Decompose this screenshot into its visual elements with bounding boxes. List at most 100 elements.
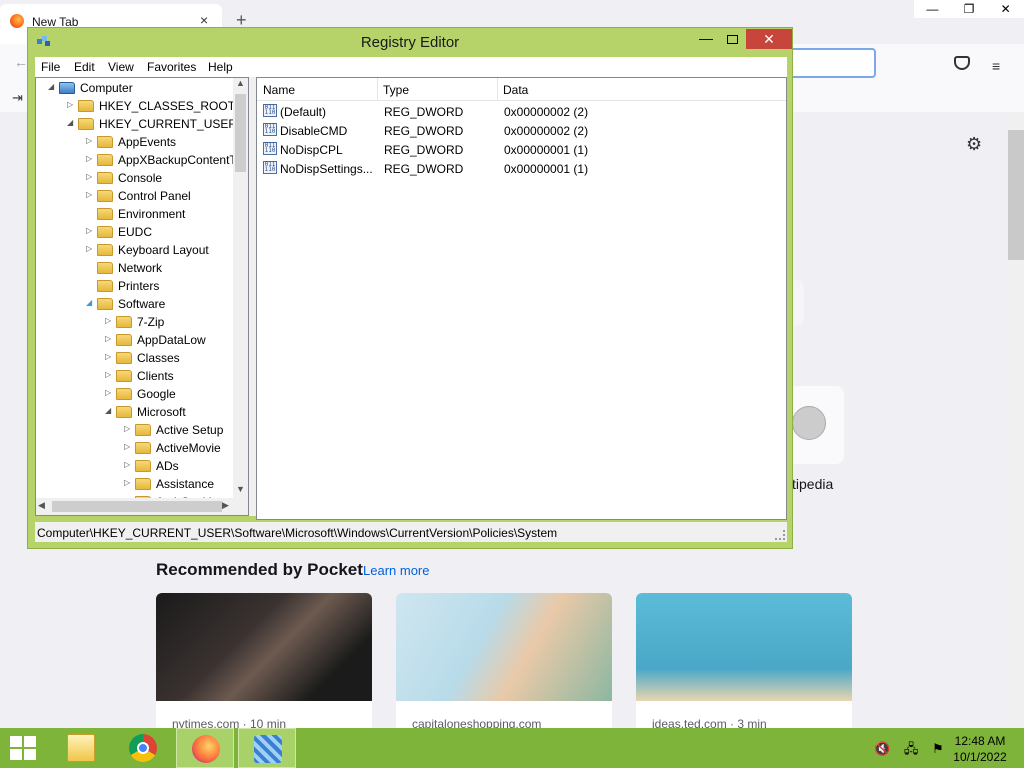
- pocket-learn-more-link[interactable]: Learn more: [363, 563, 429, 578]
- tree-expand-arrow-icon[interactable]: ▷: [86, 244, 95, 253]
- taskbar-firefox[interactable]: [176, 728, 234, 768]
- firefox-favicon-icon: [10, 14, 24, 28]
- scroll-down-arrow-icon[interactable]: ▼: [233, 484, 248, 498]
- taskbar-file-explorer[interactable]: [52, 728, 110, 768]
- tree-expand-arrow-icon[interactable]: ▷: [105, 316, 114, 325]
- taskbar-registry-editor[interactable]: [238, 728, 296, 768]
- tree-collapse-arrow-icon[interactable]: ◢: [48, 82, 57, 91]
- column-divider[interactable]: [377, 78, 378, 100]
- tree-collapse-arrow-icon[interactable]: ◢: [86, 298, 95, 307]
- resize-grip-icon[interactable]: [775, 530, 785, 540]
- folder-icon: [97, 298, 113, 310]
- pocket-card[interactable]: capitaloneshopping.com: [396, 593, 612, 743]
- column-header-name[interactable]: Name: [263, 83, 295, 97]
- registry-value-row[interactable]: 011 110 DisableCMD REG_DWORD 0x00000002 (2): [257, 121, 786, 140]
- taskbar-clock[interactable]: 12:48 AM 10/1/2022: [950, 733, 1010, 765]
- tree-node-label: Printers: [118, 279, 160, 293]
- tree-expand-arrow-icon[interactable]: ▷: [105, 352, 114, 361]
- menu-favorites[interactable]: Favorites: [147, 60, 196, 74]
- minimize-button[interactable]: —: [914, 0, 951, 18]
- registry-tree: ◢ Computer ▷ HKEY_CLASSES_ROOT ◢ HKEY_CURRENT…: [36, 78, 233, 498]
- tree-node-label: Network: [118, 261, 163, 275]
- tree-horizontal-scrollbar[interactable]: ◀ ▶: [36, 498, 248, 515]
- back-arrow-icon[interactable]: ←: [14, 54, 28, 70]
- tree-node-label: HKEY_CLASSES_ROOT: [99, 99, 233, 113]
- column-divider[interactable]: [497, 78, 498, 100]
- menu-help[interactable]: Help: [208, 60, 233, 74]
- menu-edit[interactable]: Edit: [74, 60, 95, 74]
- windows-logo-icon: [24, 749, 36, 760]
- close-button[interactable]: ✕: [987, 0, 1024, 18]
- tree-expand-arrow-icon[interactable]: ▷: [105, 388, 114, 397]
- scroll-left-arrow-icon[interactable]: ◀: [38, 500, 45, 511]
- taskbar-chrome[interactable]: [114, 728, 172, 768]
- action-center-icon[interactable]: ⚑: [932, 741, 944, 756]
- column-header-data[interactable]: Data: [503, 83, 528, 97]
- menu-file[interactable]: File: [41, 60, 60, 74]
- scrollbar-thumb[interactable]: [52, 501, 222, 512]
- start-button[interactable]: [10, 736, 38, 760]
- column-header-type[interactable]: Type: [383, 83, 409, 97]
- pocket-card[interactable]: ideas.ted.com · 3 min: [636, 593, 852, 743]
- hamburger-menu-icon[interactable]: ≡: [992, 58, 1000, 74]
- windows-logo-icon: [10, 736, 22, 747]
- tree-node-label: AppEvents: [118, 135, 177, 149]
- scroll-up-arrow-icon[interactable]: ▲: [233, 78, 248, 92]
- folder-icon: [97, 280, 113, 292]
- volume-muted-icon[interactable]: 🔇: [874, 741, 890, 756]
- registry-editor-titlebar[interactable]: Registry Editor — ✕: [28, 28, 792, 56]
- restore-button[interactable]: ❐: [951, 0, 988, 18]
- tab-close-icon[interactable]: ×: [200, 12, 208, 28]
- folder-icon: [97, 190, 113, 202]
- tree-expand-arrow-icon[interactable]: ▷: [67, 100, 76, 109]
- menu-view[interactable]: View: [108, 60, 134, 74]
- tree-vertical-scrollbar[interactable]: ▲ ▼: [233, 78, 248, 498]
- tree-expand-arrow-icon[interactable]: ▷: [105, 334, 114, 343]
- page-scrollbar[interactable]: [1008, 112, 1024, 728]
- menu-bar: File Edit View Favorites Help: [35, 57, 787, 77]
- value-name: NoDispSettings...: [280, 162, 373, 176]
- tree-expand-arrow-icon[interactable]: ▷: [86, 154, 95, 163]
- tree-expand-arrow-icon[interactable]: ▷: [86, 136, 95, 145]
- gear-icon[interactable]: ⚙: [966, 134, 982, 155]
- tree-expand-arrow-icon[interactable]: ▷: [86, 226, 95, 235]
- registry-value-row[interactable]: 011 110 (Default) REG_DWORD 0x00000002 (2): [257, 102, 786, 121]
- folder-icon: [116, 352, 132, 364]
- registry-value-row[interactable]: 011 110 NoDispCPL REG_DWORD 0x00000001 (1): [257, 140, 786, 159]
- scroll-right-arrow-icon[interactable]: ▶: [222, 500, 229, 511]
- tree-expand-arrow-icon[interactable]: ▷: [124, 460, 133, 469]
- pocket-card-image: [636, 593, 852, 701]
- tree-collapse-arrow-icon[interactable]: ◢: [67, 118, 76, 127]
- tree-expand-arrow-icon[interactable]: ▷: [124, 424, 133, 433]
- folder-icon: [78, 118, 94, 130]
- reg-dword-value-icon: 011 110: [263, 142, 277, 155]
- minimize-button[interactable]: —: [692, 30, 720, 50]
- system-tray: 🔇 🖧 ⚑: [874, 740, 954, 762]
- folder-icon: [97, 154, 113, 166]
- tree-expand-arrow-icon[interactable]: ▷: [86, 172, 95, 181]
- scrollbar-thumb[interactable]: [235, 94, 246, 172]
- network-icon[interactable]: 🖧: [904, 741, 919, 756]
- tree-node-label: Clients: [137, 369, 174, 383]
- tree-expand-arrow-icon[interactable]: ▷: [105, 370, 114, 379]
- chrome-icon: [129, 734, 157, 762]
- pocket-card[interactable]: nytimes.com · 10 min: [156, 593, 372, 743]
- pocket-icon[interactable]: [954, 56, 970, 70]
- folder-icon: [116, 388, 132, 400]
- clock-time: 12:48 AM: [954, 734, 1006, 748]
- tree-expand-arrow-icon[interactable]: ▷: [86, 190, 95, 199]
- registry-editor-window[interactable]: Registry Editor — ✕ File Edit View Favor…: [27, 27, 793, 549]
- registry-value-row[interactable]: 011 110 NoDispSettings... REG_DWORD 0x00000…: [257, 159, 786, 178]
- reg-dword-value-icon: 011 110: [263, 161, 277, 174]
- wikipedia-shortcut-label[interactable]: tipedia: [792, 476, 833, 492]
- close-button[interactable]: ✕: [746, 29, 792, 49]
- value-type: REG_DWORD: [384, 143, 464, 157]
- values-column-header: Name Type Data: [257, 78, 786, 101]
- import-bookmarks-icon[interactable]: ⇥: [12, 90, 23, 106]
- tree-collapse-arrow-icon[interactable]: ◢: [105, 406, 114, 415]
- maximize-button[interactable]: [718, 30, 746, 50]
- browser-window-controls: — ❐ ✕: [914, 0, 1024, 18]
- tree-expand-arrow-icon[interactable]: ▷: [124, 478, 133, 487]
- scrollbar-thumb[interactable]: [1008, 130, 1024, 260]
- tree-expand-arrow-icon[interactable]: ▷: [124, 442, 133, 451]
